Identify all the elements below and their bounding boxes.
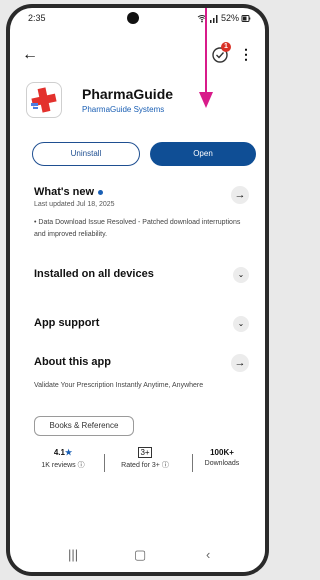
info-icon[interactable]: ⓘ xyxy=(162,462,169,469)
about-arrow-icon[interactable]: → xyxy=(231,354,249,372)
installed-chevron-down-icon[interactable]: ⌄ xyxy=(233,267,249,283)
open-button[interactable]: Open xyxy=(150,142,256,166)
category-chip[interactable]: Books & Reference xyxy=(34,416,134,436)
new-indicator-dot xyxy=(98,189,104,195)
whats-new-title[interactable]: What's new xyxy=(34,186,104,198)
screen: 2:35 52% ← 1 ⋮ PharmaGuide PharmaGuide S… xyxy=(10,8,265,572)
developer-link[interactable]: PharmaGuide Systems xyxy=(82,105,164,114)
home-icon[interactable]: ▢ xyxy=(134,547,146,563)
reviews-label: 1K reviews ⓘ xyxy=(28,460,98,470)
stats-row: 4.1★ 1K reviews ⓘ 3+ Rated for 3+ ⓘ 100K… xyxy=(28,447,250,486)
battery-percent: 52% xyxy=(220,13,239,23)
installed-devices-title[interactable]: Installed on all devices xyxy=(34,268,154,280)
content-rating-stat: 3+ Rated for 3+ ⓘ xyxy=(110,447,180,470)
battery-icon xyxy=(241,14,251,22)
downloads-value: 100K+ xyxy=(210,448,234,457)
rated-box-icon: 3+ xyxy=(138,447,152,458)
about-app-title[interactable]: About this app xyxy=(34,356,111,368)
more-options-icon[interactable]: ⋮ xyxy=(239,46,253,63)
app-support-title[interactable]: App support xyxy=(34,317,99,329)
content-rating-label: Rated for 3+ ⓘ xyxy=(110,460,180,470)
updates-badge: 1 xyxy=(221,42,231,52)
system-nav-bar: ||| ▢ ‹ xyxy=(10,538,265,572)
stat-divider xyxy=(192,454,193,472)
whats-new-arrow-icon[interactable]: → xyxy=(231,186,249,204)
recents-icon[interactable]: ||| xyxy=(68,547,78,562)
content-rating-badge: 3+ xyxy=(110,447,180,458)
star-icon: ★ xyxy=(64,448,73,457)
pharmacy-cross-icon xyxy=(31,87,57,113)
back-arrow-icon[interactable]: ← xyxy=(22,46,38,64)
rating-value: 4.1★ xyxy=(28,448,98,457)
last-updated-text: Last updated Jul 18, 2025 xyxy=(34,201,115,208)
downloads-stat: 100K+ Downloads xyxy=(194,448,250,467)
phone-frame: 2:35 52% ← 1 ⋮ PharmaGuide PharmaGuide S… xyxy=(6,4,269,576)
reviews-count: 1K reviews xyxy=(41,462,76,469)
top-bar: ← 1 ⋮ xyxy=(10,42,265,68)
info-icon[interactable]: ⓘ xyxy=(78,462,85,469)
app-title: PharmaGuide xyxy=(82,86,174,102)
support-chevron-down-icon[interactable]: ⌄ xyxy=(233,316,249,332)
camera-cutout xyxy=(127,12,139,24)
status-time: 2:35 xyxy=(28,13,46,23)
whats-new-text: • Data Download Issue Resolved - Patched… xyxy=(34,219,241,238)
whats-new-label: What's new xyxy=(34,186,95,198)
app-icon xyxy=(26,82,62,118)
rating-number: 4.1 xyxy=(53,448,65,457)
stat-divider xyxy=(104,454,105,472)
rating-stat: 4.1★ 1K reviews ⓘ xyxy=(28,448,98,470)
back-nav-icon[interactable]: ‹ xyxy=(206,547,210,562)
status-bar: 2:35 52% xyxy=(10,8,265,28)
content-rating-text: Rated for 3+ xyxy=(121,462,160,469)
about-text: Validate Your Prescription Instantly Any… xyxy=(34,382,204,389)
uninstall-button[interactable]: Uninstall xyxy=(32,142,140,166)
downloads-label: Downloads xyxy=(204,460,240,467)
